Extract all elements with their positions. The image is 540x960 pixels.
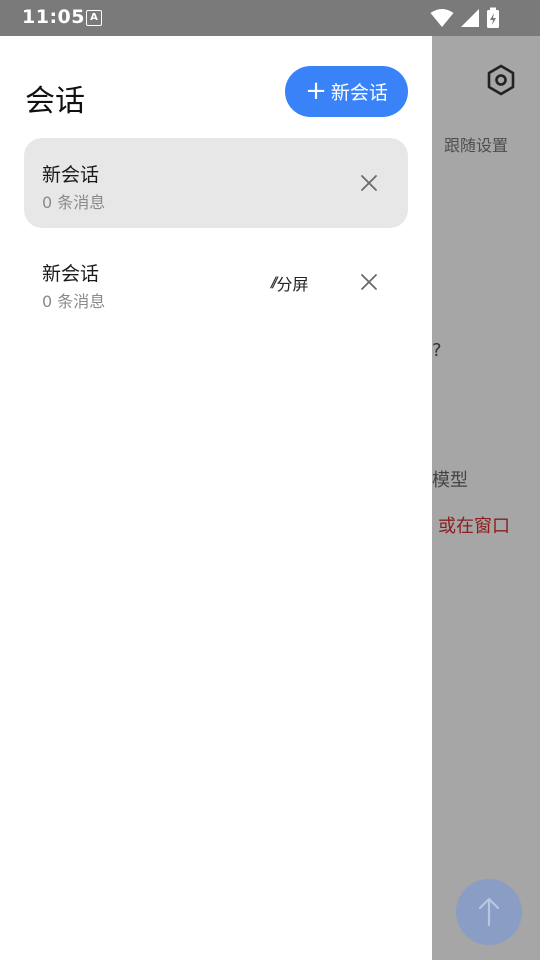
- split-icon: //: [271, 275, 278, 291]
- session-message-count: 0 条消息: [42, 193, 106, 212]
- follow-settings-label: 跟随设置: [444, 136, 509, 155]
- cell-signal-icon: [461, 9, 479, 27]
- keyboard-input-icon: A: [86, 10, 102, 26]
- model-fragment: 模型: [432, 470, 468, 491]
- battery-charging-icon: [487, 7, 499, 28]
- new-session-label: 新会话: [330, 82, 388, 104]
- wifi-icon: [430, 9, 454, 27]
- status-time: 11:05: [22, 6, 85, 28]
- session-item[interactable]: 新会话 0 条消息 // 分屏: [24, 237, 408, 327]
- session-item[interactable]: 新会话 0 条消息: [24, 138, 408, 228]
- close-icon[interactable]: [357, 171, 381, 195]
- status-bar: 11:05 A: [0, 0, 540, 36]
- split-screen-button[interactable]: // 分屏: [271, 271, 308, 295]
- close-icon[interactable]: [357, 270, 381, 294]
- drawer-title: 会话: [25, 84, 85, 119]
- session-name: 新会话: [42, 263, 100, 285]
- system-icons: [430, 7, 500, 29]
- split-screen-label: 分屏: [276, 275, 309, 294]
- arrow-up-icon: [478, 897, 500, 927]
- sessions-drawer: 会话 + 新会话 新会话 0 条消息 新会话 0 条消息 // 分屏: [0, 36, 432, 960]
- plus-icon: +: [305, 75, 327, 106]
- question-fragment: ?: [432, 340, 442, 361]
- window-fragment: 或在窗口: [438, 516, 510, 537]
- send-fab[interactable]: [456, 879, 522, 945]
- new-session-button[interactable]: + 新会话: [285, 66, 408, 117]
- settings-hexagon-icon[interactable]: [485, 64, 517, 96]
- session-message-count: 0 条消息: [42, 292, 106, 311]
- session-name: 新会话: [42, 164, 100, 186]
